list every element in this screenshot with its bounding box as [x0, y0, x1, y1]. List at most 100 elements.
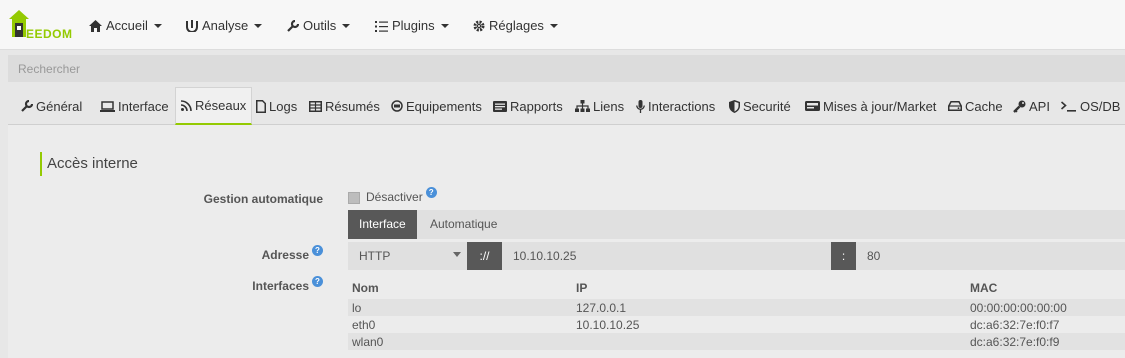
nav-analyse[interactable]: Analyse — [186, 17, 263, 35]
key-icon — [1013, 100, 1026, 113]
tab-equipements[interactable]: Equipements — [391, 87, 482, 125]
table-icon — [309, 100, 322, 112]
tab-interface-label: Interface — [118, 98, 169, 114]
disable-label-text: Désactiver — [366, 190, 423, 204]
tab-rapports-label: Rapports — [510, 98, 563, 114]
interface-mac: dc:a6:32:7e:f0:f9 — [966, 333, 1125, 350]
ip-address-input[interactable] — [502, 242, 831, 270]
tab-api-label: API — [1029, 98, 1050, 114]
top-navbar: EEDOM Accueil Analyse Outils Plugins Rég… — [0, 0, 1125, 50]
search-input[interactable] — [8, 55, 1125, 82]
tab-liens[interactable]: Liens — [575, 87, 624, 125]
interface-name: wlan0 — [348, 333, 572, 350]
interfaces-label: Interfaces? — [180, 276, 323, 293]
terminal-icon — [1061, 100, 1076, 112]
interface-mac: 00:00:00:00:00:00 — [966, 299, 1125, 316]
column-header-mac: MAC — [970, 281, 998, 295]
disable-checkbox[interactable] — [348, 192, 360, 204]
mode-tab-interface[interactable]: Interface — [348, 210, 417, 239]
interface-name: lo — [348, 299, 572, 316]
tab-api[interactable]: API — [1013, 87, 1050, 125]
tab-cache[interactable]: Cache — [948, 87, 1003, 125]
tab-securite-label: Securité — [743, 98, 791, 114]
tab-reseaux[interactable]: Réseaux — [175, 87, 253, 125]
hdd-icon — [805, 101, 820, 111]
wrench-icon — [21, 100, 33, 112]
table-row: wlan0 dc:a6:32:7e:f0:f9 — [348, 333, 1125, 350]
tab-reseaux-label: Réseaux — [195, 98, 247, 113]
shield-icon — [729, 99, 740, 113]
rss-icon — [181, 100, 192, 111]
tab-general[interactable]: Général — [21, 87, 82, 125]
help-icon[interactable]: ? — [312, 245, 323, 256]
mode-tab-automatique[interactable]: Automatique — [419, 210, 508, 239]
laptop-icon — [100, 100, 115, 112]
tab-cache-label: Cache — [965, 98, 1003, 114]
drive-icon — [948, 101, 962, 111]
tab-liens-label: Liens — [593, 98, 625, 114]
help-icon[interactable]: ? — [425, 187, 437, 198]
interface-ip: 10.10.10.25 — [576, 317, 640, 332]
nav-outils-label: Outils — [303, 18, 337, 33]
sitemap-icon — [575, 100, 590, 112]
home-icon — [89, 20, 102, 32]
report-icon — [493, 100, 507, 112]
address-row: HTTP :// : — [348, 242, 1125, 270]
column-header-nom: Nom — [352, 281, 379, 295]
nav-reglages-label: Réglages — [489, 18, 544, 33]
auto-management-label-text: Gestion automatique — [203, 192, 323, 206]
tab-interactions[interactable]: Interactions — [636, 87, 715, 125]
protocol-value: HTTP — [359, 249, 391, 263]
nav-accueil[interactable]: Accueil — [89, 17, 162, 35]
table-row: lo 127.0.0.1 00:00:00:00:00:00 — [348, 299, 1125, 316]
file-icon — [256, 99, 266, 113]
address-label-text: Adresse — [261, 248, 309, 262]
microphone-icon — [636, 99, 645, 113]
tab-interactions-label: Interactions — [648, 98, 716, 114]
tab-equipements-label: Equipements — [406, 98, 482, 114]
tab-os-db[interactable]: OS/DB — [1061, 87, 1120, 125]
chevron-down-icon — [549, 24, 558, 28]
table-row: eth0 10.10.10.25 dc:a6:32:7e:f0:f7 — [348, 316, 1125, 333]
nav-outils[interactable]: Outils — [287, 17, 351, 35]
table-header-row: Nom IP MAC — [348, 277, 1125, 299]
nav-reglages[interactable]: Réglages — [473, 17, 558, 35]
interface-name: eth0 — [352, 317, 376, 332]
nav-plugins[interactable]: Plugins — [375, 17, 449, 35]
port-input[interactable] — [856, 242, 1125, 270]
tab-mises-a-jour-label: Mises à jour/Market — [823, 98, 937, 114]
plug-icon — [391, 100, 403, 112]
tab-os-db-label: OS/DB — [1080, 98, 1121, 114]
wrench-icon — [287, 20, 299, 32]
dropdown-arrow-icon — [453, 252, 461, 257]
interfaces-label-text: Interfaces — [252, 279, 309, 293]
interface-ip: 127.0.0.1 — [572, 299, 966, 316]
nav-accueil-label: Accueil — [106, 18, 148, 33]
tab-securite[interactable]: Securité — [729, 87, 791, 125]
address-label: Adresse? — [180, 245, 323, 262]
analysis-icon — [186, 20, 198, 32]
tab-rapports[interactable]: Rapports — [493, 87, 563, 125]
tab-resumes-label: Résumés — [325, 98, 380, 114]
help-icon[interactable]: ? — [312, 276, 323, 287]
nav-analyse-label: Analyse — [202, 18, 249, 33]
chevron-down-icon — [254, 24, 263, 28]
nav-plugins-label: Plugins — [392, 18, 435, 33]
chevron-down-icon — [342, 24, 351, 28]
interface-ip — [572, 333, 966, 350]
address-mode-tabs: Interface Automatique — [348, 210, 1125, 239]
protocol-separator: :// — [467, 242, 502, 270]
tab-interface[interactable]: Interface — [100, 87, 169, 125]
interface-mac: dc:a6:32:7e:f0:f7 — [970, 317, 1060, 332]
column-header-ip: IP — [576, 281, 588, 295]
protocol-select[interactable]: HTTP — [348, 242, 467, 270]
chevron-down-icon — [153, 24, 162, 28]
auto-management-label: Gestion automatique — [180, 192, 323, 206]
tab-general-label: Général — [36, 98, 83, 114]
tab-mises-a-jour[interactable]: Mises à jour/Market — [805, 87, 936, 125]
gear-icon — [473, 20, 485, 32]
jeedom-logo[interactable]: EEDOM — [6, 7, 72, 43]
tab-logs[interactable]: Logs — [256, 87, 297, 125]
tab-resumes[interactable]: Résumés — [309, 87, 380, 125]
interfaces-table: Nom IP MAC lo 127.0.0.1 00:00:00:00:00:0… — [348, 277, 1125, 350]
